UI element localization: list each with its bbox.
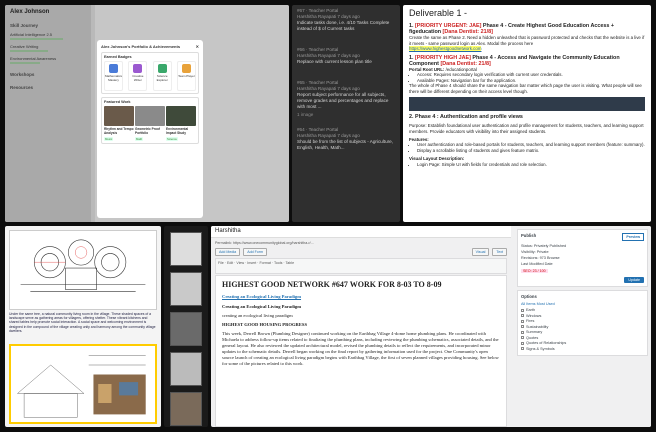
badge-icon [157,64,167,73]
badge-card[interactable]: Team Player [176,61,196,91]
item-text: Create the same as Phase 2. Need a hidde… [409,35,645,46]
list-item[interactable]: #65 · Teacher Portal Harshitha Rayapati … [292,77,400,118]
caption-text: Under the same tree, a natural community… [9,312,156,333]
badge-card[interactable]: Science Explorer [152,61,172,91]
badge-card[interactable]: Mathematics Mastery [104,61,123,91]
doc-link[interactable]: https://www.highestgoodnetwork.com [409,46,482,52]
bold-line: Creating an Ecological Living Paradigm [222,304,302,309]
post-content-editor[interactable]: HIGHEST GOOD NETWORK #647 WORK FOR 8-03 … [215,275,507,427]
badge-icon [133,64,143,73]
skill-row: Environmental Awareness [10,56,57,61]
work-thumbnail [135,106,165,126]
panel-title: Earned Badges [104,55,132,59]
purpose-text: Purpose: Establish foundational user aut… [409,123,644,134]
post-heading: HIGHEST GOOD NETWORK #647 WORK FOR 8-03 … [222,280,442,289]
design-document: Under the same tree, a natural community… [5,226,161,427]
tab-visual[interactable]: Visual [471,248,490,256]
list-item[interactable]: #66 · Teacher Portal Harshitha Rayapati … [292,44,400,65]
building-render [9,344,157,424]
thumbnail-strip [164,226,208,427]
profile-name: Alex Johnson [10,9,50,15]
profile-sidebar: Alex Johnson Skill Journey Artificial In… [5,5,91,222]
category-item[interactable]: Signs & Symbols [521,347,644,351]
floor-plan-drawing [9,230,157,310]
category-tabs[interactable]: All Items Most Used [521,302,644,306]
revisions-text: Revisions: 973 Browse [521,256,560,260]
item-heading: 1. [PRIORITY URGENT: JAE] Phase 4 - Crea… [409,23,615,36]
panel-title: Featured Work [104,100,131,104]
editor-toolbar[interactable]: File · Edit · View · Insert · Format · T… [215,258,507,274]
visibility-text: Visibility: Private [521,250,549,254]
work-card[interactable]: Rhythm and Tempo Analysis Music [104,106,134,141]
portfolio-screenshot: Alex Johnson Skill Journey Artificial In… [5,5,289,222]
portal-url: /educationportal [445,67,477,73]
skill-progress-bar [10,38,64,40]
work-card[interactable]: Environmental Impact Study Science [166,106,196,141]
section-title: Resources [10,85,34,90]
publish-box: Publish Preview Status: Privately Publish… [517,229,648,287]
skill-row: Artificial Intelligence 2.5 [10,32,53,37]
permalink[interactable]: Permalink: https://www.onecommunitygloba… [215,241,507,245]
list-item[interactable]: #64 · Teacher Portal Harshitha Rayapati … [292,124,400,151]
tab-text[interactable]: Text [492,248,507,256]
thumbnail[interactable] [170,272,202,306]
status-text: Status: Privately Published [521,244,567,248]
work-thumbnail [104,106,134,126]
list-item: Display a scrollable listing of students… [417,148,645,153]
category-item[interactable]: Summary [521,330,644,334]
category-item[interactable]: Windows [521,314,644,318]
text-line: creating an ecological living paradigm [222,313,293,318]
issue-list: #67 · Teacher Portal Harshitha Rayapati … [292,5,400,222]
badge-icon [109,64,118,73]
category-item[interactable]: Sustainability [521,325,644,329]
item-heading: 1. [PRIORITY HIGH JAE] Phase 4 - Access … [409,54,620,67]
deliverable-document: Deliverable 1 - 1. [PRIORITY URGENT: JAE… [403,5,651,222]
update-button[interactable]: Update [624,277,644,283]
section-title: Skill Journey [10,23,39,28]
bold-line: HIGHEST GOOD HOUSING PROGRESS [222,322,308,327]
post-paragraph: This week, Derrell Brown (Plumbing Desig… [222,331,499,366]
close-icon[interactable]: ✕ [196,44,199,49]
category-item[interactable]: Quotes [521,336,644,340]
work-card[interactable]: Geometric Proof Portfolio Math [135,106,165,141]
post-title-input[interactable]: Harshitha [211,226,511,238]
earned-badges-panel: Earned Badges Mathematics Mastery Creati… [101,52,199,94]
featured-work-panel: Featured Work Rhythm and Tempo Analysis M… [101,97,199,144]
list-item[interactable]: #67 · Teacher Portal Harshitha Rayapati … [292,5,400,32]
seo-score-badge: SEO: 23 / 100 [521,269,548,273]
categories-box: Options All Items Most Used Earth Window… [517,290,648,356]
item-text: The whole of Phase 4 should share the sa… [409,83,642,94]
work-thumbnail [166,106,196,126]
skill-row: Creative Writing [10,44,39,49]
badge-icon [181,64,191,73]
box-title: Options [521,294,537,299]
embedded-image [409,97,645,112]
thumbnail[interactable] [170,232,202,266]
preview-button[interactable]: Preview [622,233,644,241]
badge-card[interactable]: Creative Writer [128,61,148,91]
thumbnail[interactable] [170,352,202,386]
modal-title: Alex Johnson's Portfolio & Achievements [101,44,181,49]
box-title: Publish [521,233,537,238]
thumbnail[interactable] [170,312,202,346]
doc-title: Deliverable 1 - [409,8,468,18]
skill-progress-bar [10,50,48,52]
list-item: Login Page: Simple UI with fields for cr… [417,162,645,167]
add-media-button[interactable]: Add Media [215,248,241,256]
modified-text: Last Modified Date [521,262,553,266]
section-title: Workshops [10,72,35,77]
post-link[interactable]: Creating an Ecological Living Paradigm [222,294,500,300]
wordpress-editor: Harshitha Permalink: https://www.onecomm… [211,226,651,427]
portfolio-modal[interactable]: Alex Johnson's Portfolio & Achievements ✕… [97,40,203,218]
category-item[interactable]: Fires [521,319,644,323]
add-form-button[interactable]: Add Form [243,248,267,256]
category-item[interactable]: Earth [521,308,644,312]
category-item[interactable]: Quotes of Relationships [521,341,644,345]
thumbnail[interactable] [170,392,202,426]
editor-sidebar: Publish Preview Status: Privately Publish… [514,226,651,427]
skill-progress-bar [10,62,41,64]
section-heading: 2. Phase 4 : Authentication and profile … [409,114,523,121]
